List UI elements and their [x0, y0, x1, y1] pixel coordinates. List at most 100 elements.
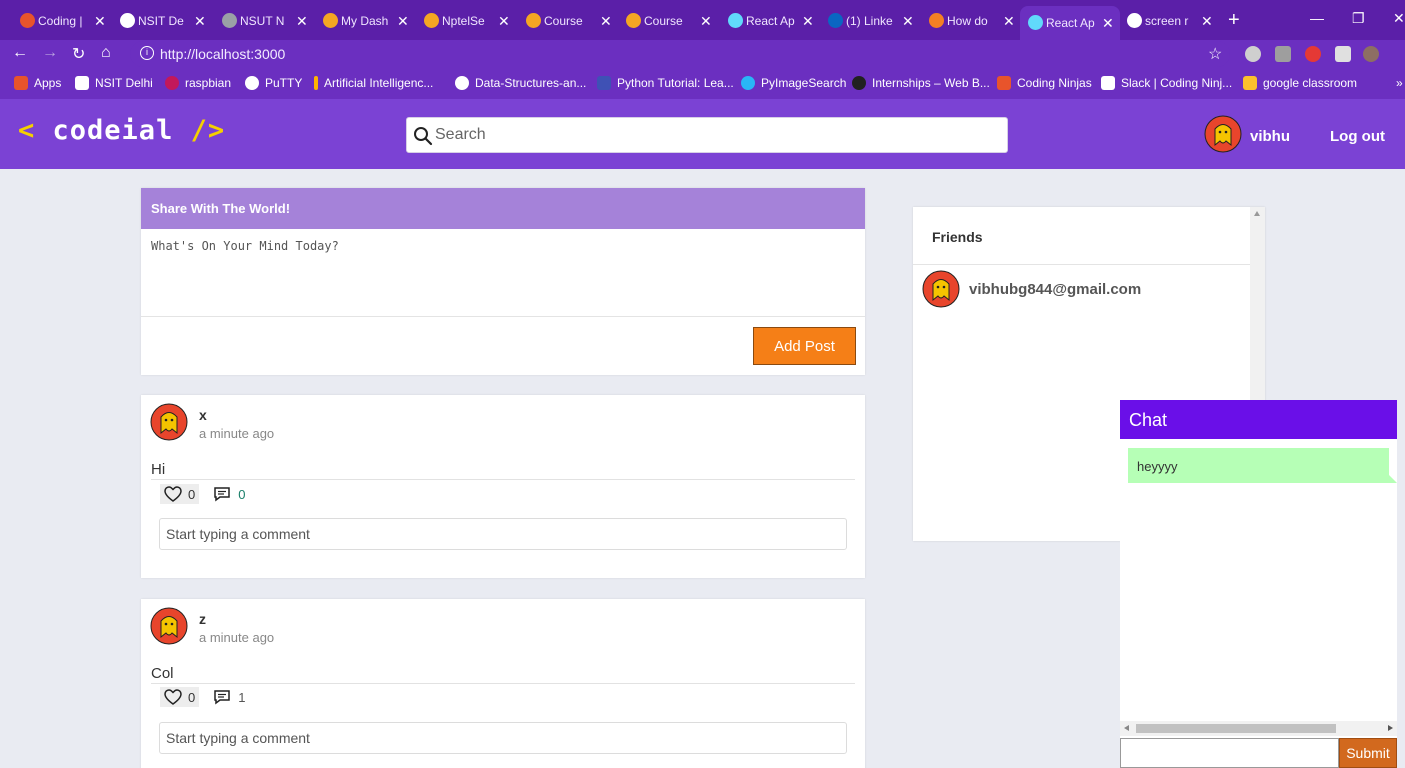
- browser-tab[interactable]: NSUT N ✕: [220, 8, 314, 34]
- browser-tab[interactable]: Course ✕: [624, 8, 718, 34]
- user-avatar[interactable]: [1204, 115, 1242, 153]
- browser-tab[interactable]: My Dash ✕: [321, 8, 415, 34]
- maximize-icon[interactable]: ❐: [1352, 10, 1365, 27]
- browser-tab[interactable]: React Ap ✕: [726, 8, 820, 34]
- tab-favicon-icon: [1127, 13, 1142, 28]
- scroll-left-icon[interactable]: [1124, 725, 1129, 731]
- bookmark-item[interactable]: google classroom: [1243, 76, 1357, 90]
- tab-favicon-icon: [626, 13, 641, 28]
- browser-tab[interactable]: (1) Linke ✕: [826, 8, 920, 34]
- close-icon[interactable]: ✕: [700, 13, 712, 30]
- bookmark-item[interactable]: Coding Ninjas: [997, 76, 1092, 90]
- search-input[interactable]: [435, 118, 995, 152]
- like-count: 0: [188, 689, 196, 705]
- browser-tab[interactable]: Course ✕: [524, 8, 618, 34]
- new-tab-icon[interactable]: +: [1228, 9, 1240, 32]
- scrollbar-thumb[interactable]: [1136, 724, 1336, 733]
- search-icon: [414, 127, 433, 146]
- comment-icon: [214, 690, 230, 705]
- tab-favicon-icon: [929, 13, 944, 28]
- puzzle-icon[interactable]: [1335, 46, 1351, 62]
- extension-icon[interactable]: [1275, 46, 1291, 62]
- bookmark-star-icon[interactable]: ☆: [1208, 44, 1222, 64]
- window-close-icon[interactable]: ✕: [1393, 10, 1405, 27]
- minimize-icon[interactable]: —: [1310, 10, 1324, 26]
- close-icon[interactable]: ✕: [296, 13, 308, 30]
- forward-icon[interactable]: →: [42, 44, 58, 62]
- comment-button[interactable]: 1: [213, 689, 245, 705]
- like-button[interactable]: 0: [160, 484, 200, 504]
- bookmark-item[interactable]: Internships – Web B...: [852, 76, 990, 90]
- logout-button[interactable]: Log out: [1330, 128, 1385, 145]
- chat-title[interactable]: Chat: [1120, 400, 1397, 439]
- post-author[interactable]: z: [199, 611, 206, 627]
- create-post-card: Share With The World! Add Post: [141, 188, 865, 375]
- post-author[interactable]: x: [199, 407, 207, 423]
- comment-input[interactable]: [159, 722, 847, 754]
- comment-count: 0: [238, 486, 246, 502]
- codeial-logo[interactable]: < codeial />: [18, 115, 225, 146]
- browser-tab[interactable]: How do ✕: [927, 8, 1021, 34]
- post-content-input[interactable]: [141, 229, 865, 317]
- chat-input[interactable]: [1120, 738, 1339, 768]
- back-icon[interactable]: ←: [12, 44, 28, 62]
- extension-gear-icon[interactable]: [1245, 46, 1261, 62]
- reload-icon[interactable]: ↻: [72, 44, 85, 64]
- slack-icon: [1101, 76, 1115, 90]
- bookmark-item[interactable]: PyImageSearch: [741, 76, 846, 90]
- bookmark-item[interactable]: Slack | Coding Ninj...: [1101, 76, 1232, 90]
- bookmark-item[interactable]: Apps: [14, 76, 61, 90]
- add-post-button[interactable]: Add Post: [753, 327, 856, 365]
- divider: [151, 683, 855, 684]
- chat-submit-button[interactable]: Submit: [1339, 738, 1397, 768]
- username-label[interactable]: vibhu: [1250, 128, 1290, 145]
- bookmarks-overflow-icon[interactable]: »: [1396, 76, 1403, 90]
- scroll-up-icon[interactable]: [1254, 211, 1260, 216]
- close-icon[interactable]: ✕: [1003, 13, 1015, 30]
- bookmark-item[interactable]: Data-Structures-an...: [455, 76, 586, 90]
- extension-icon[interactable]: [1305, 46, 1321, 62]
- bookmark-item[interactable]: PuTTY: [245, 76, 302, 90]
- close-icon[interactable]: ✕: [194, 13, 206, 30]
- browser-tab[interactable]: NptelSe ✕: [422, 8, 516, 34]
- post-author-avatar[interactable]: [150, 607, 188, 645]
- browser-toolbar: ← → ↻ ⌂ i http://localhost:3000: [0, 40, 1405, 68]
- post-author-avatar[interactable]: [150, 403, 188, 441]
- close-icon[interactable]: ✕: [94, 13, 106, 30]
- comment-button[interactable]: 0: [213, 486, 245, 502]
- close-icon[interactable]: ✕: [498, 13, 510, 30]
- pyimagesearch-icon: [741, 76, 755, 90]
- close-icon[interactable]: ✕: [902, 13, 914, 30]
- profile-avatar-icon[interactable]: [1363, 46, 1379, 62]
- address-bar[interactable]: i http://localhost:3000: [130, 41, 1230, 67]
- comment-input[interactable]: [159, 518, 847, 550]
- bookmark-item[interactable]: Python Tutorial: Lea...: [597, 76, 734, 90]
- tab-favicon-icon: [828, 13, 843, 28]
- close-icon[interactable]: ✕: [600, 13, 612, 30]
- close-icon[interactable]: ✕: [802, 13, 814, 30]
- browser-tab[interactable]: Coding | ✕: [18, 8, 112, 34]
- browser-tab[interactable]: NSIT De ✕: [118, 8, 212, 34]
- tab-favicon-icon: [222, 13, 237, 28]
- close-icon[interactable]: ✕: [1201, 13, 1213, 30]
- browser-tab[interactable]: screen r ✕: [1125, 8, 1219, 34]
- url-text: http://localhost:3000: [160, 46, 286, 62]
- close-icon[interactable]: ✕: [1102, 15, 1114, 32]
- raspberry-icon: [165, 76, 179, 90]
- globe-icon: [245, 76, 259, 90]
- post-time: a minute ago: [199, 630, 275, 645]
- like-button[interactable]: 0: [160, 687, 200, 707]
- info-icon[interactable]: i: [140, 46, 154, 60]
- browser-tab-active[interactable]: React Ap ✕: [1020, 6, 1120, 40]
- friends-title: Friends: [913, 207, 1250, 265]
- friend-email: vibhubg844@gmail.com: [969, 280, 1142, 298]
- friend-item[interactable]: vibhubg844@gmail.com: [922, 270, 1141, 308]
- chat-scrollbar[interactable]: [1120, 721, 1397, 736]
- bookmark-favicon-icon: [75, 76, 89, 90]
- bookmark-item[interactable]: NSIT Delhi: [75, 76, 153, 90]
- bookmark-item[interactable]: Artificial Intelligenc...: [314, 76, 433, 90]
- close-icon[interactable]: ✕: [397, 13, 409, 30]
- scroll-right-icon[interactable]: [1388, 725, 1393, 731]
- home-icon[interactable]: ⌂: [101, 44, 111, 62]
- bookmark-item[interactable]: raspbian: [165, 76, 231, 90]
